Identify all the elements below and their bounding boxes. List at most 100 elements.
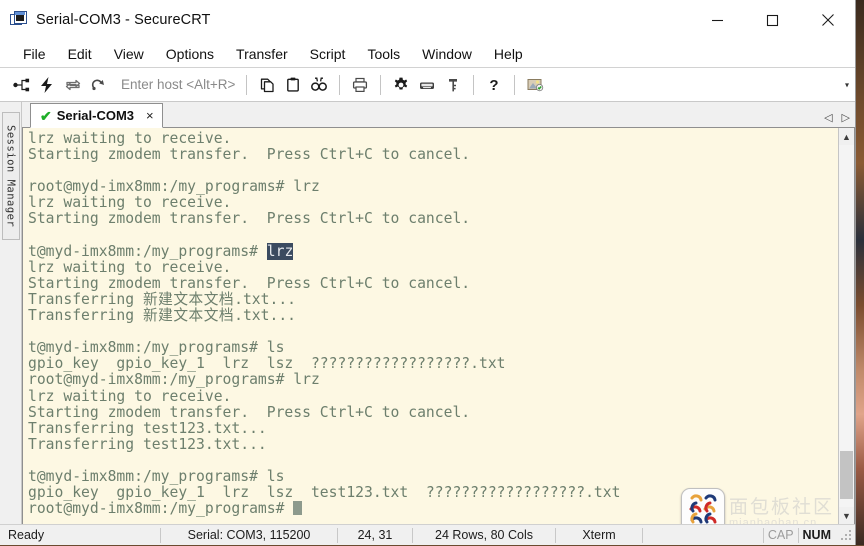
terminal-column: ✔ Serial-COM3 × ◁ ▷ lrz waiting to recei… <box>22 102 855 524</box>
terminal-text: Transferring test123.txt... <box>28 420 267 437</box>
paste-icon[interactable] <box>280 72 306 98</box>
tab-close-icon[interactable]: × <box>146 108 154 123</box>
status-bar: Ready Serial: COM3, 115200 24, 31 24 Row… <box>0 524 855 545</box>
key-icon[interactable] <box>440 72 466 98</box>
connect-in-tab-icon[interactable] <box>60 72 86 98</box>
terminal-line: t@myd-imx8mm:/my_programs# ls <box>28 340 838 356</box>
status-ready: Ready <box>0 525 160 546</box>
terminal-line: lrz waiting to receive. <box>28 260 838 276</box>
transfer-image-icon[interactable] <box>522 72 548 98</box>
terminal-text: Transferring test123.txt... <box>28 436 267 453</box>
terminal-line <box>28 163 838 179</box>
svg-text:?: ? <box>490 77 499 94</box>
status-cap-indicator: CAP <box>764 528 798 542</box>
session-manager-label: Session Manager <box>5 125 17 227</box>
menu-window[interactable]: Window <box>411 44 483 64</box>
toolbar-separator-3 <box>380 75 381 95</box>
terminal-line <box>28 324 838 340</box>
terminal-text: t@myd-imx8mm:/my_programs# ls <box>28 468 284 485</box>
connect-icon[interactable] <box>8 72 34 98</box>
scrollbar-track[interactable] <box>839 145 854 507</box>
terminal-text: Transferring <box>28 291 143 308</box>
toolbar-separator-1 <box>246 75 247 95</box>
toolbar-separator-4 <box>473 75 474 95</box>
terminal-text: Starting zmodem transfer. Press Ctrl+C t… <box>28 146 470 163</box>
terminal-window-icon <box>10 11 27 28</box>
menu-transfer[interactable]: Transfer <box>225 44 299 64</box>
gear-icon[interactable] <box>388 72 414 98</box>
menu-options[interactable]: Options <box>155 44 225 64</box>
maximize-button[interactable] <box>745 0 800 40</box>
terminal-lines: lrz waiting to receive.Starting zmodem t… <box>28 131 838 517</box>
securecrt-window: Serial-COM3 - SecureCRT File Edit View O… <box>0 0 856 545</box>
body-area: Session Manager ✔ Serial-COM3 × ◁ ▷ lrz … <box>0 102 855 524</box>
tab-label: Serial-COM3 <box>57 108 134 123</box>
resize-grip[interactable] <box>839 528 853 542</box>
terminal-line: Transferring test123.txt... <box>28 421 838 437</box>
find-icon[interactable] <box>306 72 332 98</box>
session-manager-tab[interactable]: Session Manager <box>2 112 20 240</box>
terminal-text: root@myd-imx8mm:/my_programs# lrz <box>28 178 320 195</box>
terminal-line: lrz waiting to receive. <box>28 389 838 405</box>
terminal-text: Starting zmodem transfer. Press Ctrl+C t… <box>28 404 470 421</box>
terminal-line <box>28 228 838 244</box>
terminal-cjk-filename: 新建文本文档 <box>143 291 234 308</box>
scroll-up-icon[interactable]: ▲ <box>839 128 854 145</box>
tab-scroll-left-icon[interactable]: ◁ <box>824 113 832 124</box>
terminal-text: root@myd-imx8mm:/my_programs# <box>28 500 293 517</box>
terminal-text: gpio_key gpio_key_1 lrz lsz ????????????… <box>28 355 506 372</box>
quick-connect-icon[interactable] <box>34 72 60 98</box>
menu-tools[interactable]: Tools <box>356 44 411 64</box>
reconnect-icon[interactable] <box>86 72 112 98</box>
terminal-text: lrz waiting to receive. <box>28 130 231 147</box>
terminal-line: t@myd-imx8mm:/my_programs# ls <box>28 469 838 485</box>
menu-edit[interactable]: Edit <box>57 44 103 64</box>
toolbar-overflow-button[interactable]: ▾ <box>845 80 849 89</box>
tab-serial-com3[interactable]: ✔ Serial-COM3 × <box>30 103 163 128</box>
copy-icon[interactable] <box>254 72 280 98</box>
toolbar-separator-2 <box>339 75 340 95</box>
status-emulation: Xterm <box>556 525 642 546</box>
menu-help[interactable]: Help <box>483 44 534 64</box>
terminal-line: Transferring test123.txt... <box>28 437 838 453</box>
help-icon[interactable]: ? <box>481 72 507 98</box>
terminal-text: lrz waiting to receive. <box>28 388 231 405</box>
status-cursor-coords: 24, 31 <box>338 525 412 546</box>
keyboard-icon[interactable] <box>414 72 440 98</box>
menu-bar: File Edit View Options Transfer Script T… <box>0 40 855 68</box>
window-title: Serial-COM3 - SecureCRT <box>36 12 210 28</box>
terminal-line: Starting zmodem transfer. Press Ctrl+C t… <box>28 211 838 227</box>
terminal-selected-text: lrz <box>267 243 294 260</box>
terminal-line: lrz waiting to receive. <box>28 131 838 147</box>
terminal-line: root@myd-imx8mm:/my_programs# lrz <box>28 179 838 195</box>
menu-script[interactable]: Script <box>299 44 357 64</box>
terminal-text: Starting zmodem transfer. Press Ctrl+C t… <box>28 210 470 227</box>
terminal-cursor <box>293 501 302 515</box>
terminal-screen[interactable]: lrz waiting to receive.Starting zmodem t… <box>22 128 838 524</box>
terminal-line: root@myd-imx8mm:/my_programs# lrz <box>28 372 838 388</box>
scroll-down-icon[interactable]: ▼ <box>839 507 854 524</box>
minimize-button[interactable] <box>690 0 745 40</box>
toolbar-separator-5 <box>514 75 515 95</box>
scrollbar-thumb[interactable] <box>840 451 853 499</box>
terminal-scrollbar[interactable]: ▲ ▼ <box>838 128 855 524</box>
watermark-en: mianbaoban.cn <box>729 517 834 525</box>
toolbar: Enter host <Alt+R> <box>0 68 855 102</box>
terminal-cjk-filename: 新建文本文档 <box>143 307 234 324</box>
tab-strip: ✔ Serial-COM3 × ◁ ▷ <box>22 102 855 128</box>
title-bar: Serial-COM3 - SecureCRT <box>0 0 855 40</box>
menu-view[interactable]: View <box>103 44 155 64</box>
check-icon: ✔ <box>40 109 52 123</box>
terminal-line: Starting zmodem transfer. Press Ctrl+C t… <box>28 276 838 292</box>
menu-file[interactable]: File <box>12 44 57 64</box>
host-entry-field[interactable]: Enter host <Alt+R> <box>121 77 235 92</box>
terminal-line: Transferring 新建文本文档.txt... <box>28 308 838 324</box>
terminal-line: Transferring 新建文本文档.txt... <box>28 292 838 308</box>
terminal-text: Transferring <box>28 307 143 324</box>
terminal-line: gpio_key gpio_key_1 lrz lsz ????????????… <box>28 356 838 372</box>
terminal-line <box>28 453 838 469</box>
tab-scroll-right-icon[interactable]: ▷ <box>842 113 850 124</box>
status-rows-cols: 24 Rows, 80 Cols <box>413 525 555 546</box>
print-icon[interactable] <box>347 72 373 98</box>
close-button[interactable] <box>800 0 855 40</box>
